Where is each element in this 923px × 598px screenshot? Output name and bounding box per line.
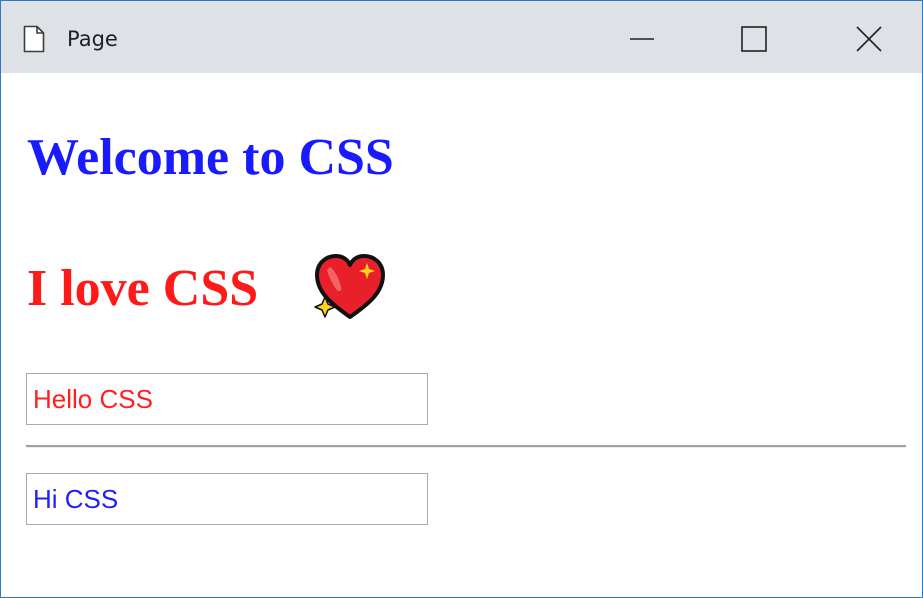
hi-text-input[interactable]	[26, 473, 428, 525]
title-bar[interactable]: Page	[1, 1, 922, 73]
close-button[interactable]	[847, 17, 891, 61]
hello-text-input[interactable]	[26, 373, 428, 425]
love-heading: I love CSS	[27, 260, 259, 317]
maximize-icon	[741, 26, 767, 52]
minimize-icon	[630, 38, 654, 40]
page-icon	[23, 25, 45, 53]
minimize-button[interactable]	[620, 17, 664, 61]
window-title: Page	[67, 27, 118, 51]
welcome-heading: Welcome to CSS	[27, 129, 394, 186]
browser-window: Page Welcome to CSS I love CSS	[0, 0, 923, 598]
sparkling-heart-icon	[313, 253, 387, 323]
page-content: Welcome to CSS I love CSS	[1, 73, 922, 597]
close-icon	[856, 26, 882, 52]
maximize-button[interactable]	[732, 17, 776, 61]
horizontal-rule	[26, 445, 906, 448]
